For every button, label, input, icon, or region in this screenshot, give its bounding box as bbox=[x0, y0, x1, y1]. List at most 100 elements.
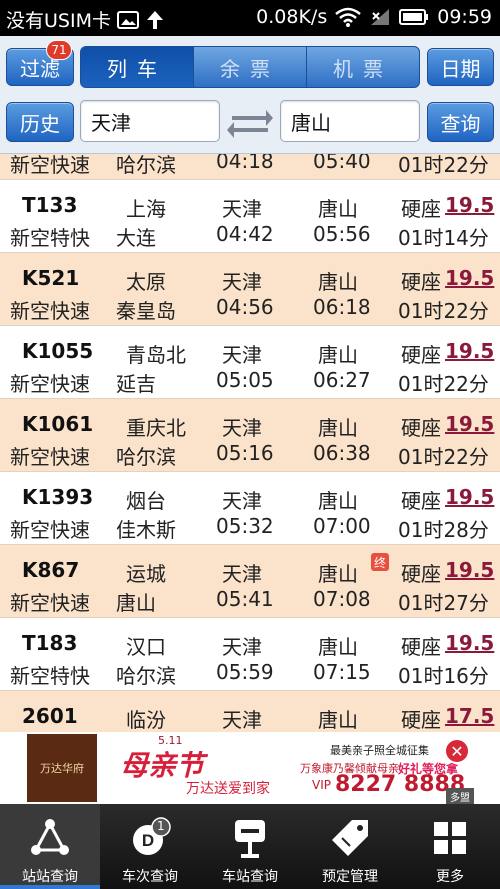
nav-more[interactable]: 更多 bbox=[400, 804, 500, 889]
to-station-input[interactable]: 唐山 bbox=[280, 100, 420, 142]
terminal-station: 秦皇岛 bbox=[116, 299, 176, 323]
board-station: 天津 bbox=[222, 562, 262, 586]
train-code: 2601 bbox=[22, 704, 78, 728]
nav-booking[interactable]: 预定管理 bbox=[300, 804, 400, 889]
train-code: K1055 bbox=[22, 339, 94, 363]
origin-station: 运城 bbox=[126, 562, 166, 586]
train-row[interactable]: K867 新空快速 运城 唐山 天津 05:41 唐山 07:08 硬座 01时27分 19.5 终 bbox=[0, 545, 500, 618]
ticket-price-link[interactable]: 19.5 bbox=[445, 631, 494, 655]
seat-class: 硬座 bbox=[401, 270, 441, 294]
depart-time: 05:16 bbox=[216, 441, 274, 465]
search-header: 过滤 71 列车 余票 机票 日期 历史 天津 唐山 查询 bbox=[0, 36, 500, 154]
tag-icon bbox=[332, 820, 368, 856]
alight-station: 唐山 bbox=[318, 343, 358, 367]
terminal-station: 延吉 bbox=[116, 372, 156, 396]
train-row[interactable]: 新空快速 哈尔滨 04:18 05:40 01时22分 bbox=[0, 154, 500, 180]
swap-stations-icon[interactable] bbox=[226, 106, 274, 138]
train-type: 新空快速 bbox=[10, 372, 90, 396]
alight-station: 唐山 bbox=[318, 562, 358, 586]
tab-tickets[interactable]: 余票 bbox=[194, 47, 307, 87]
network-speed: 0.08K/s bbox=[256, 6, 328, 28]
from-station-input[interactable]: 天津 bbox=[80, 100, 220, 142]
train-type: 新空快速 bbox=[10, 518, 90, 542]
seat-class: 硬座 bbox=[401, 562, 441, 586]
history-button[interactable]: 历史 bbox=[6, 102, 74, 142]
ad-vip: VIP bbox=[312, 778, 331, 792]
ad-banner[interactable]: 万达华府 5.11 母亲节 万达送爱到家 最美亲子照全城征集 万象康乃馨倾献母亲… bbox=[0, 732, 500, 804]
ad-close-button[interactable]: ✕ bbox=[444, 738, 470, 764]
date-button[interactable]: 日期 bbox=[427, 48, 494, 86]
wifi-icon bbox=[335, 7, 362, 27]
query-button[interactable]: 查询 bbox=[427, 102, 494, 142]
nav-station-query-label: 站站查询 bbox=[22, 869, 78, 885]
seat-class: 硬座 bbox=[401, 343, 441, 367]
ticket-price-link[interactable]: 19.5 bbox=[445, 558, 494, 582]
tab-tickets-label: 余票 bbox=[220, 56, 280, 81]
travel-duration: 01时16分 bbox=[398, 664, 489, 688]
from-station-value: 天津 bbox=[91, 110, 131, 135]
station-sign-icon bbox=[235, 820, 265, 858]
origin-station: 太原 bbox=[126, 270, 166, 294]
alight-station: 唐山 bbox=[318, 708, 358, 732]
board-station: 天津 bbox=[222, 416, 262, 440]
travel-duration: 01时22分 bbox=[398, 445, 489, 469]
ticket-price-link[interactable]: 17.5 bbox=[445, 704, 494, 728]
terminal-station: 大连 bbox=[116, 226, 156, 250]
seat-class: 硬座 bbox=[401, 708, 441, 732]
depart-time: 04:56 bbox=[216, 295, 274, 319]
arrive-time: 07:15 bbox=[313, 660, 371, 684]
board-station: 天津 bbox=[222, 708, 262, 732]
train-row[interactable]: K1393 新空快速 烟台 佳木斯 天津 05:32 唐山 07:00 硬座 01时28分 19.5 bbox=[0, 472, 500, 545]
train-row[interactable]: K521 新空快速 太原 秦皇岛 天津 04:56 唐山 06:18 硬座 01时22分 19.5 bbox=[0, 253, 500, 326]
ad-top-line: 最美亲子照全城征集 bbox=[330, 744, 429, 757]
travel-duration: 01时27分 bbox=[398, 591, 489, 615]
ad-logo: 万达华府 bbox=[27, 734, 97, 802]
ticket-price-link[interactable]: 19.5 bbox=[445, 485, 494, 509]
board-station: 天津 bbox=[222, 270, 262, 294]
ticket-price-link[interactable]: 19.5 bbox=[445, 266, 494, 290]
query-button-label: 查询 bbox=[440, 111, 481, 136]
tab-flights-label: 机票 bbox=[333, 56, 393, 81]
tab-train-label: 列车 bbox=[107, 56, 167, 81]
arrive-time: 07:08 bbox=[313, 587, 371, 611]
alight-station: 唐山 bbox=[318, 270, 358, 294]
upload-arrow-icon bbox=[146, 10, 163, 29]
train-row[interactable]: T133 新空特快 上海 大连 天津 04:42 唐山 05:56 硬座 01时14分 19.5 bbox=[0, 180, 500, 253]
arrive-time: 06:38 bbox=[313, 441, 371, 465]
nav-booking-label: 预定管理 bbox=[322, 869, 378, 885]
train-row[interactable]: K1055 新空快速 青岛北 延吉 天津 05:05 唐山 06:27 硬座 01时22分 19.5 bbox=[0, 326, 500, 399]
train-type: 新空快速 bbox=[10, 591, 90, 615]
arrive-time: 05:56 bbox=[313, 222, 371, 246]
nav-more-label: 更多 bbox=[436, 869, 464, 885]
history-button-label: 历史 bbox=[20, 111, 60, 136]
train-row[interactable]: T183 新空特快 汉口 哈尔滨 天津 05:59 唐山 07:15 硬座 01时16分 19.5 bbox=[0, 618, 500, 691]
ticket-price-link[interactable]: 19.5 bbox=[445, 412, 494, 436]
arrive-time: 06:18 bbox=[313, 295, 371, 319]
train-list[interactable]: 新空快速 哈尔滨 04:18 05:40 01时22分 T133 新空特快 上海 大连 天津 04:… bbox=[0, 154, 500, 732]
nav-station-info[interactable]: 车站查询 bbox=[200, 804, 300, 889]
image-icon bbox=[116, 10, 139, 29]
origin-station: 临汾 bbox=[126, 708, 166, 732]
ad-logo-text: 万达华府 bbox=[40, 762, 84, 775]
travel-duration: 01时28分 bbox=[398, 518, 489, 542]
train-type: 新空快速 bbox=[10, 445, 90, 469]
terminal-badge: 终 bbox=[371, 553, 389, 571]
ticket-price-link[interactable]: 19.5 bbox=[445, 339, 494, 363]
mode-tabs: 列车 余票 机票 bbox=[80, 46, 420, 88]
date-button-label: 日期 bbox=[440, 56, 481, 81]
train-row[interactable]: K1061 新空快速 重庆北 哈尔滨 天津 05:16 唐山 06:38 硬座 01时22分 19.… bbox=[0, 399, 500, 472]
signal-icon bbox=[371, 9, 390, 25]
train-type: 新空快速 bbox=[10, 154, 90, 177]
filter-count-badge: 71 bbox=[46, 40, 72, 60]
nav-station-query[interactable]: 站站查询 bbox=[0, 804, 100, 889]
tab-flights[interactable]: 机票 bbox=[307, 47, 419, 87]
tab-train[interactable]: 列车 bbox=[81, 47, 194, 87]
origin-station: 青岛北 bbox=[126, 343, 186, 367]
nav-train-query[interactable]: D 1 车次查询 bbox=[100, 804, 200, 889]
triangle-network-icon bbox=[31, 819, 69, 855]
travel-duration: 01时22分 bbox=[398, 154, 489, 177]
train-row[interactable]: 2601 临汾 天津 唐山 硬座 17.5 bbox=[0, 691, 500, 732]
ad-subline: 万达送爱到家 bbox=[186, 781, 270, 797]
ticket-price-link[interactable]: 19.5 bbox=[445, 193, 494, 217]
origin-station: 重庆北 bbox=[126, 416, 186, 440]
